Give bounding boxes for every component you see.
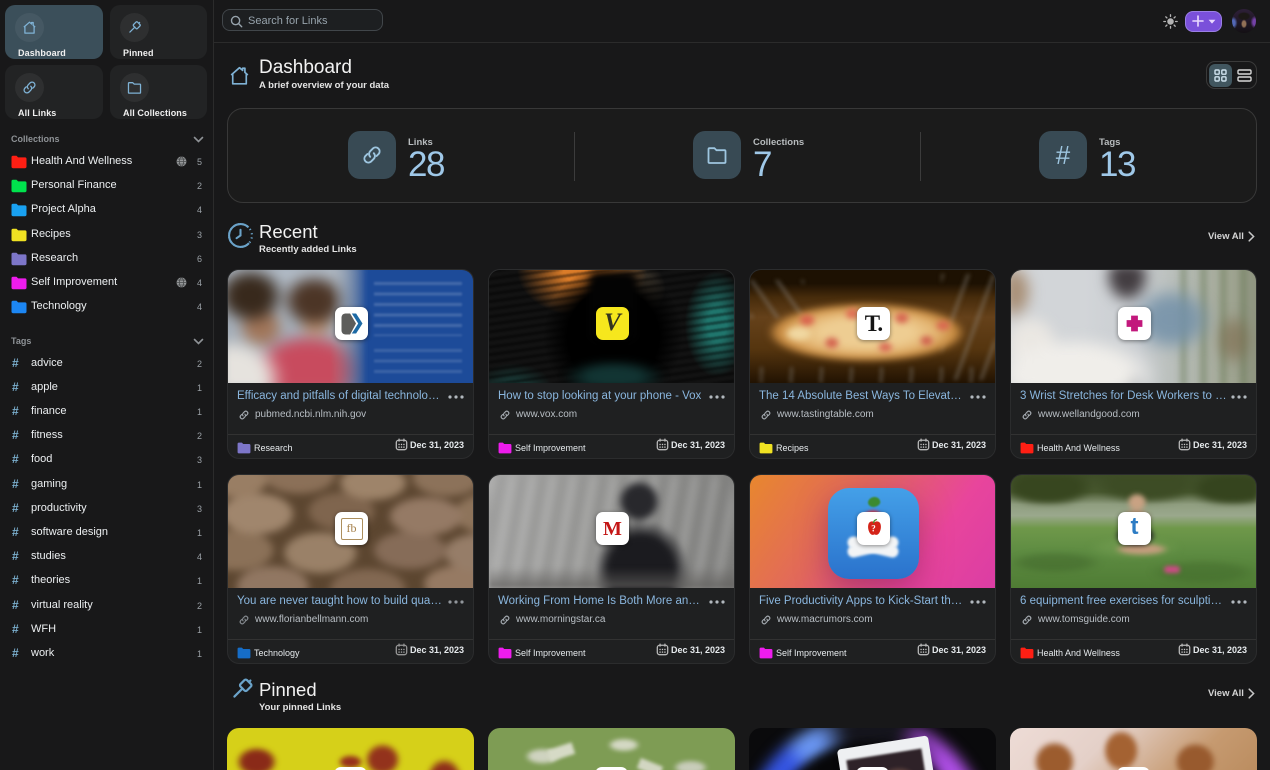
svg-text:?: ?: [871, 524, 876, 534]
